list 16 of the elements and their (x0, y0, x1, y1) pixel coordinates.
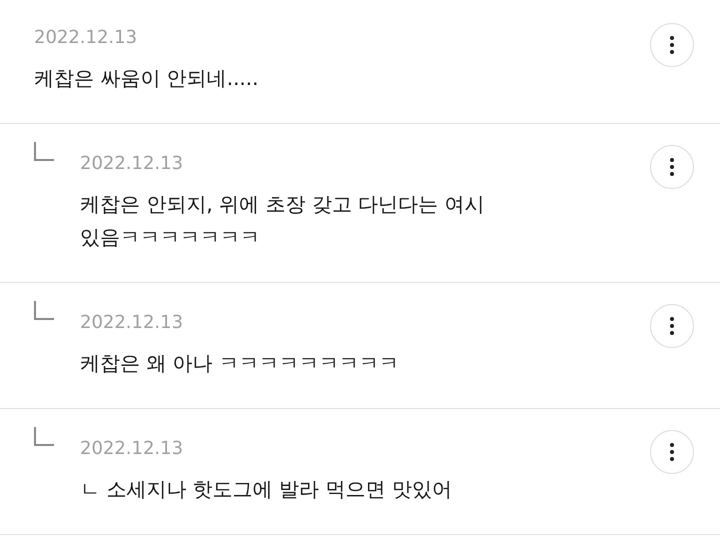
comment-date: 2022.12.13 (34, 26, 138, 50)
comment-text: 케찹은 안되지, 위에 초장 갖고 다닌다는 여시 있음ㅋㅋㅋㅋㅋㅋㅋ (80, 191, 486, 251)
more-icon (670, 158, 674, 176)
more-icon (670, 443, 674, 461)
comment-date: 2022.12.13 (80, 437, 184, 461)
more-options-button[interactable] (650, 430, 694, 474)
more-options-button[interactable] (650, 23, 694, 67)
more-options-button[interactable] (650, 304, 694, 348)
comment-date: 2022.12.13 (80, 152, 184, 176)
comment-text: ㄴ 소세지나 핫도그에 발라 먹으면 맛있어 (80, 476, 453, 503)
more-icon (670, 317, 674, 335)
comment-text: 케찹은 왜 아나 ㅋㅋㅋㅋㅋㅋㅋㅋㅋ (80, 350, 400, 377)
more-icon (670, 36, 674, 54)
comment-text: 케찹은 싸움이 안되네..... (34, 65, 260, 92)
comment-date: 2022.12.13 (80, 311, 184, 335)
more-options-button[interactable] (650, 145, 694, 189)
